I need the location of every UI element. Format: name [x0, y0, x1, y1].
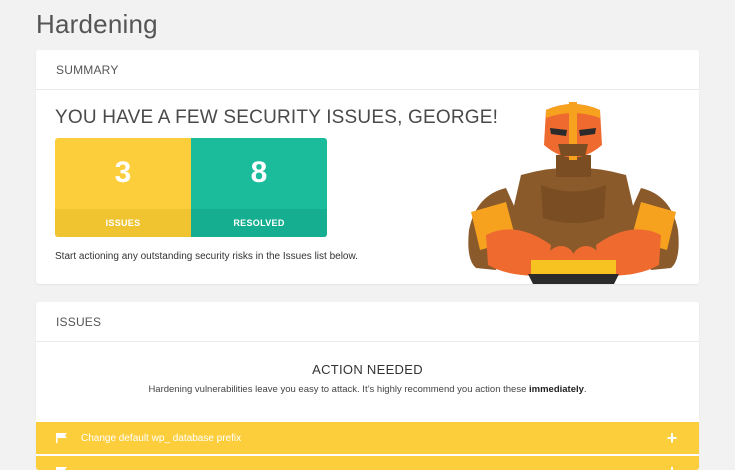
- page-title: Hardening: [36, 9, 158, 39]
- action-emphasis: immediately: [529, 384, 584, 395]
- issues-count-label: ISSUES: [55, 209, 191, 237]
- flag-icon: [56, 433, 67, 443]
- plus-icon[interactable]: +: [665, 463, 679, 470]
- issue-row[interactable]: Change default wp_ database prefix +: [36, 422, 699, 454]
- action-needed-title: ACTION NEEDED: [312, 362, 423, 377]
- summary-title: YOU HAVE A FEW SECURITY ISSUES, GEORGE!: [55, 107, 499, 128]
- wrestler-mascot-illustration: [468, 102, 679, 284]
- summary-card: SUMMARY YOU HAVE A FEW SECURITY ISSUES, …: [36, 50, 699, 284]
- resolved-count: 8: [250, 156, 268, 189]
- issues-header: ISSUES: [36, 302, 699, 342]
- plus-icon[interactable]: +: [665, 429, 679, 447]
- issue-label: Change default wp_ database prefix: [81, 432, 242, 444]
- issues-count-box[interactable]: 3 ISSUES: [55, 138, 191, 237]
- issue-row[interactable]: +: [36, 456, 699, 470]
- resolved-count-box[interactable]: 8 RESOLVED: [191, 138, 327, 237]
- resolved-count-label: RESOLVED: [191, 209, 327, 237]
- summary-header: SUMMARY: [36, 50, 699, 90]
- summary-note: Start actioning any outstanding security…: [55, 251, 358, 262]
- issues-card: ISSUES ACTION NEEDED Hardening vulnerabi…: [36, 302, 699, 470]
- issues-count: 3: [114, 156, 132, 189]
- action-needed-text: Hardening vulnerabilities leave you easy…: [148, 384, 587, 395]
